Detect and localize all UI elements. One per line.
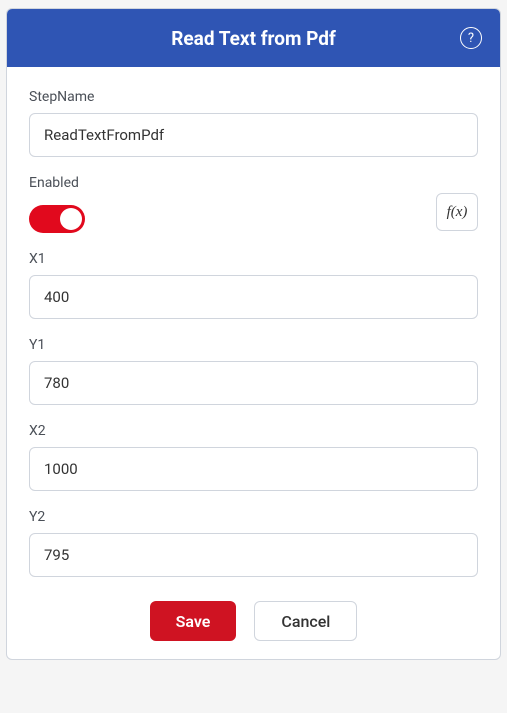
- field-x2: X2: [29, 423, 478, 491]
- enabled-toggle[interactable]: [29, 205, 85, 233]
- help-icon-glyph: ?: [468, 31, 474, 46]
- y1-label: Y1: [29, 337, 478, 353]
- stepname-input[interactable]: [29, 113, 478, 157]
- field-x1: X1: [29, 251, 478, 319]
- stepname-label: StepName: [29, 89, 478, 105]
- field-enabled-row: Enabled f(x): [29, 175, 478, 233]
- field-y2: Y2: [29, 509, 478, 577]
- header-title: Read Text from Pdf: [171, 27, 336, 50]
- footer-buttons: Save Cancel: [29, 595, 478, 641]
- x1-input[interactable]: [29, 275, 478, 319]
- x2-input[interactable]: [29, 447, 478, 491]
- card-body: StepName Enabled f(x) X1 Y1 X2: [7, 67, 500, 659]
- fx-label: f(x): [447, 204, 468, 221]
- y1-input[interactable]: [29, 361, 478, 405]
- cancel-button[interactable]: Cancel: [254, 601, 357, 641]
- y2-input[interactable]: [29, 533, 478, 577]
- x2-label: X2: [29, 423, 478, 439]
- step-config-card: Read Text from Pdf ? StepName Enabled f(…: [6, 8, 501, 660]
- field-y1: Y1: [29, 337, 478, 405]
- y2-label: Y2: [29, 509, 478, 525]
- field-stepname: StepName: [29, 89, 478, 157]
- save-button[interactable]: Save: [150, 601, 237, 641]
- enabled-label: Enabled: [29, 175, 85, 191]
- field-enabled: Enabled: [29, 175, 85, 233]
- card-header: Read Text from Pdf ?: [7, 9, 500, 67]
- x1-label: X1: [29, 251, 478, 267]
- help-icon[interactable]: ?: [460, 27, 482, 49]
- toggle-knob: [60, 208, 82, 230]
- fx-button[interactable]: f(x): [436, 193, 478, 231]
